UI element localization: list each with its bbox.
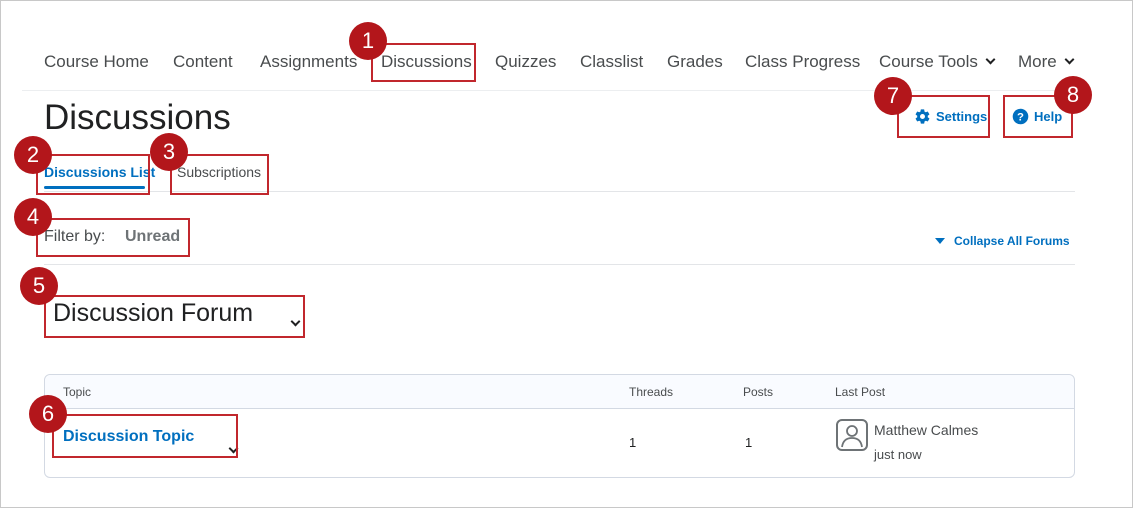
highlight-discussions-nav	[371, 43, 476, 82]
callout-badge-7: 7	[874, 77, 912, 115]
callout-badge-5: 5	[20, 267, 58, 305]
callout-badge-6: 6	[29, 395, 67, 433]
nav-grades[interactable]: Grades	[667, 52, 723, 72]
last-post-author[interactable]: Matthew Calmes	[874, 422, 978, 438]
collapse-all-forums-label: Collapse All Forums	[954, 234, 1070, 248]
nav-course-home[interactable]: Course Home	[44, 52, 149, 72]
nav-more[interactable]: More	[1018, 52, 1075, 72]
callout-badge-4: 4	[14, 198, 52, 236]
nav-assignments[interactable]: Assignments	[260, 52, 357, 72]
callout-badge-2: 2	[14, 136, 52, 174]
nav-course-tools-label: Course Tools	[879, 52, 978, 71]
page-title: Discussions	[44, 98, 231, 137]
column-header-posts: Posts	[743, 385, 774, 399]
callout-badge-3: 3	[150, 133, 188, 171]
nav-class-progress[interactable]: Class Progress	[745, 52, 860, 72]
highlight-forum	[44, 295, 305, 338]
post-count: 1	[745, 435, 753, 450]
highlight-discussions-list	[36, 154, 150, 195]
column-header-last-post: Last Post	[835, 385, 886, 399]
highlight-topic	[52, 414, 238, 458]
nav-quizzes[interactable]: Quizzes	[495, 52, 556, 72]
chevron-down-icon	[985, 54, 996, 65]
nav-course-tools[interactable]: Course Tools	[879, 52, 996, 72]
nav-classlist[interactable]: Classlist	[580, 52, 643, 72]
column-header-topic: Topic	[63, 385, 92, 399]
user-avatar-icon	[836, 419, 868, 451]
nav-more-label: More	[1018, 52, 1057, 71]
table-header-row	[45, 375, 1074, 409]
last-post-time: just now	[874, 447, 922, 462]
callout-badge-8: 8	[1054, 76, 1092, 114]
filter-divider	[44, 264, 1075, 265]
nav-content[interactable]: Content	[173, 52, 233, 72]
caret-down-icon	[935, 238, 945, 244]
column-header-threads: Threads	[629, 385, 674, 399]
collapse-all-forums-button[interactable]: Collapse All Forums	[935, 234, 1070, 248]
thread-count: 1	[629, 435, 637, 450]
navbar-divider	[22, 90, 1075, 91]
highlight-filter	[36, 218, 190, 257]
callout-badge-1: 1	[349, 22, 387, 60]
chevron-down-icon	[1064, 54, 1075, 65]
